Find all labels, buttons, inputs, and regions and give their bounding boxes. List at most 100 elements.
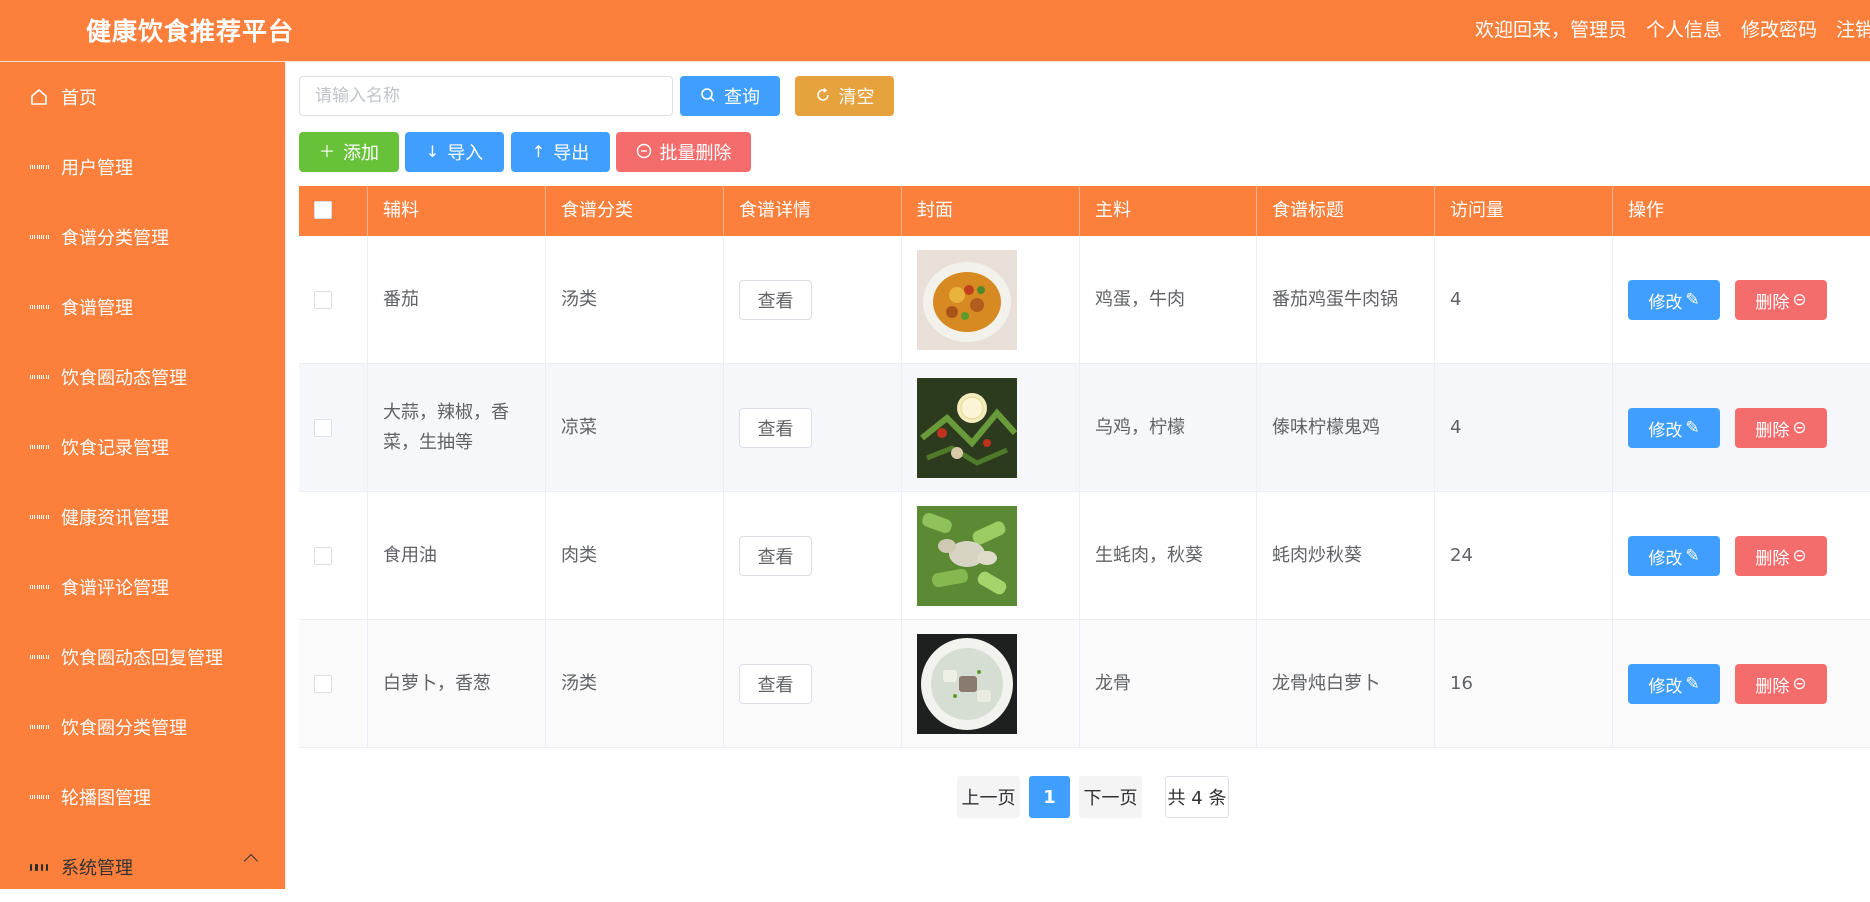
total-count: 共 4 条 xyxy=(1165,776,1229,818)
add-button[interactable]: ＋ 添加 xyxy=(299,132,399,172)
sidebar-item-health-news[interactable]: 健康资讯管理 xyxy=(0,482,286,552)
sidebar-item-label: 食谱管理 xyxy=(61,298,133,319)
edit-icon: ✎ xyxy=(1685,674,1700,694)
col-header-visits: 访问量 xyxy=(1435,186,1613,236)
cell-cover xyxy=(902,620,1080,748)
delete-label: 删除 xyxy=(1755,548,1790,569)
view-detail-button[interactable]: 查看 xyxy=(739,408,812,448)
edit-icon: ✎ xyxy=(1685,418,1700,438)
cell-actions: 修改 ✎ 删除 ⊝ xyxy=(1613,364,1870,492)
sidebar-item-users[interactable]: 用户管理 xyxy=(0,132,286,202)
edit-icon: ✎ xyxy=(1685,290,1700,310)
cell-accessory: 番茄 xyxy=(368,236,546,364)
sidebar-item-recipe-comments[interactable]: 食谱评论管理 xyxy=(0,552,286,622)
table-row: 食用油 肉类 查看 生蚝肉，秋葵 蚝肉炒秋葵 24 修改 ✎ 删除 ⊝ xyxy=(299,492,1870,620)
cell-visits: 4 xyxy=(1435,364,1613,492)
view-detail-button[interactable]: 查看 xyxy=(739,536,812,576)
grid-icon xyxy=(30,298,48,316)
clear-label: 清空 xyxy=(838,87,875,108)
query-button[interactable]: 查询 xyxy=(680,76,780,116)
lemon-chicken-photo[interactable] xyxy=(917,378,1017,478)
col-header-title: 食谱标题 xyxy=(1257,186,1435,236)
change-password-link[interactable]: 修改密码 xyxy=(1741,15,1817,42)
profile-link[interactable]: 个人信息 xyxy=(1646,15,1722,42)
sidebar-item-home[interactable]: 首页 xyxy=(0,62,286,132)
export-label: 导出 xyxy=(553,143,590,164)
menu-grid-icon xyxy=(30,858,48,876)
view-detail-button[interactable]: 查看 xyxy=(739,280,812,320)
sidebar-item-diet-records[interactable]: 饮食记录管理 xyxy=(0,412,286,482)
top-header: 健康饮食推荐平台 欢迎回来，管理员 个人信息 修改密码 注销 xyxy=(0,0,1870,62)
current-page[interactable]: 1 xyxy=(1029,776,1070,818)
sidebar-item-label: 饮食圈分类管理 xyxy=(61,718,187,739)
sidebar-item-label: 健康资讯管理 xyxy=(61,508,169,529)
batch-delete-button[interactable]: 批量删除 xyxy=(616,132,751,172)
sidebar-item-label: 饮食圈动态管理 xyxy=(61,368,187,389)
grid-icon xyxy=(30,438,48,456)
sidebar-item-circle-categories[interactable]: 饮食圈分类管理 xyxy=(0,692,286,762)
grid-icon xyxy=(30,718,48,736)
view-detail-button[interactable]: 查看 xyxy=(739,664,812,704)
logout-link[interactable]: 注销 xyxy=(1836,15,1870,42)
cell-cover xyxy=(902,492,1080,620)
chevron-up-icon xyxy=(243,853,259,869)
row-checkbox[interactable] xyxy=(314,291,332,309)
delete-button[interactable]: 删除 ⊝ xyxy=(1735,408,1827,448)
sidebar-item-recipes[interactable]: 食谱管理 xyxy=(0,272,286,342)
col-header-main: 主料 xyxy=(1080,186,1257,236)
search-input[interactable] xyxy=(299,76,673,116)
cell-accessory: 大蒜，辣椒，香菜，生抽等 xyxy=(368,364,546,492)
row-checkbox[interactable] xyxy=(314,547,332,565)
cell-main: 生蚝肉，秋葵 xyxy=(1080,492,1257,620)
import-button[interactable]: ↓ 导入 xyxy=(405,132,504,172)
col-header-cover: 封面 xyxy=(902,186,1080,236)
sidebar-item-label: 首页 xyxy=(61,88,97,109)
export-button[interactable]: ↑ 导出 xyxy=(511,132,610,172)
arrow-down-icon: ↓ xyxy=(425,142,440,161)
row-checkbox[interactable] xyxy=(314,675,332,693)
select-all-checkbox[interactable] xyxy=(314,201,332,219)
grid-icon xyxy=(30,508,48,526)
edit-button[interactable]: 修改 ✎ xyxy=(1628,408,1720,448)
edit-button[interactable]: 修改 ✎ xyxy=(1628,280,1720,320)
table-row: 大蒜，辣椒，香菜，生抽等 凉菜 查看 乌鸡，柠檬 傣味柠檬鬼鸡 4 修改 ✎ 删除… xyxy=(299,364,1870,492)
sidebar-item-diet-circle-posts[interactable]: 饮食圈动态管理 xyxy=(0,342,286,412)
cell-category: 汤类 xyxy=(546,620,724,748)
refresh-icon xyxy=(815,87,831,106)
row-checkbox[interactable] xyxy=(314,419,332,437)
col-header-actions: 操作 xyxy=(1628,200,1664,221)
grid-icon xyxy=(30,228,48,246)
user-nav: 欢迎回来，管理员 个人信息 修改密码 注销 xyxy=(1475,15,1870,42)
sidebar: 首页 用户管理 食谱分类管理 食谱管理 饮食圈动态管理 饮食记录管理 健康资讯管… xyxy=(0,62,286,889)
radish-pork-bone-soup-photo[interactable] xyxy=(917,634,1017,734)
table-header: 辅料 食谱分类 食谱详情 封面 主料 食谱标题 访问量 操作 xyxy=(299,186,1870,236)
home-icon xyxy=(30,88,48,106)
delete-button[interactable]: 删除 ⊝ xyxy=(1735,280,1827,320)
main-content: 查询 清空 ＋ 添加 ↓ 导入 ↑ 导出 批量删除 辅料 食谱分类 食谱详情 封… xyxy=(287,62,1870,889)
sidebar-item-label: 饮食记录管理 xyxy=(61,438,169,459)
okra-oyster-photo[interactable] xyxy=(917,506,1017,606)
delete-button[interactable]: 删除 ⊝ xyxy=(1735,664,1827,704)
prev-page-button[interactable]: 上一页 xyxy=(957,776,1020,818)
arrow-up-icon: ↑ xyxy=(531,142,546,161)
edit-label: 修改 xyxy=(1648,676,1683,697)
add-label: 添加 xyxy=(343,143,379,164)
tomato-egg-beef-soup-photo[interactable] xyxy=(917,250,1017,350)
sidebar-item-post-replies[interactable]: 饮食圈动态回复管理 xyxy=(0,622,286,692)
cell-actions: 修改 ✎ 删除 ⊝ xyxy=(1613,620,1870,748)
edit-button[interactable]: 修改 ✎ xyxy=(1628,664,1720,704)
cell-title: 蚝肉炒秋葵 xyxy=(1257,492,1435,620)
minus-circle-icon: ⊝ xyxy=(1792,290,1807,310)
search-icon xyxy=(700,87,716,106)
grid-icon xyxy=(30,578,48,596)
cell-accessory: 白萝卜，香葱 xyxy=(368,620,546,748)
clear-button[interactable]: 清空 xyxy=(795,76,894,116)
sidebar-item-system[interactable]: 系统管理 xyxy=(0,832,286,902)
sidebar-item-recipe-categories[interactable]: 食谱分类管理 xyxy=(0,202,286,272)
sidebar-item-label: 食谱分类管理 xyxy=(61,228,169,249)
delete-button[interactable]: 删除 ⊝ xyxy=(1735,536,1827,576)
edit-button[interactable]: 修改 ✎ xyxy=(1628,536,1720,576)
next-page-button[interactable]: 下一页 xyxy=(1079,776,1142,818)
delete-label: 删除 xyxy=(1755,292,1790,313)
sidebar-item-carousel[interactable]: 轮播图管理 xyxy=(0,762,286,832)
